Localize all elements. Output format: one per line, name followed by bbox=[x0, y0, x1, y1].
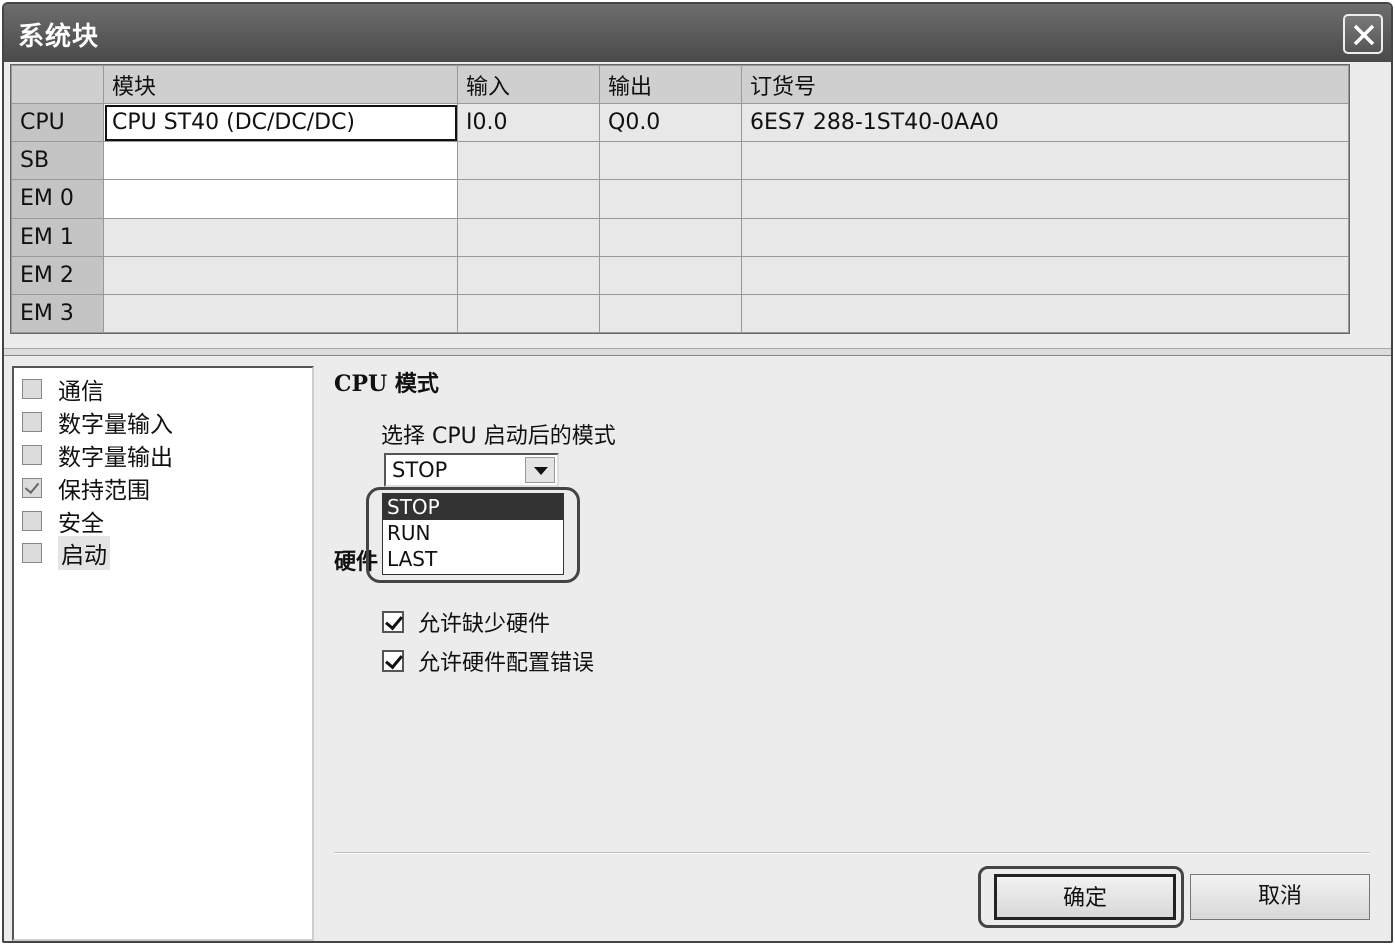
row-slot: EM 1 bbox=[11, 217, 104, 257]
input-cell bbox=[457, 179, 600, 219]
tree-item-label: 安全 bbox=[58, 511, 104, 537]
order-cell bbox=[741, 179, 1349, 219]
tree-item-retentive-ranges[interactable]: 保持范围 bbox=[22, 473, 150, 504]
order-cell bbox=[741, 255, 1349, 295]
cancel-button[interactable]: 取消 bbox=[1190, 874, 1370, 920]
tree-item-label: 启动 bbox=[58, 536, 110, 570]
tree-item-label: 数字量输出 bbox=[58, 445, 173, 471]
module-cell[interactable] bbox=[103, 179, 458, 219]
tree-item-label: 保持范围 bbox=[58, 478, 150, 504]
module-cell[interactable]: CPU ST40 (DC/DC/DC) bbox=[103, 103, 458, 143]
order-cell bbox=[741, 217, 1349, 257]
table-row[interactable]: EM 3 bbox=[11, 293, 1349, 334]
tree-checkbox-icon bbox=[22, 445, 42, 465]
module-cell[interactable] bbox=[103, 217, 458, 257]
tree-checkbox-checked-icon bbox=[22, 478, 42, 498]
row-slot: EM 2 bbox=[11, 255, 104, 295]
header-slot bbox=[11, 64, 104, 105]
output-cell bbox=[599, 141, 742, 181]
header-order-number: 订货号 bbox=[741, 64, 1349, 105]
title-bar[interactable]: 系统块 bbox=[4, 4, 1391, 62]
tree-checkbox-icon bbox=[22, 543, 42, 563]
allow-config-error-checkbox[interactable]: 允许硬件配置错误 bbox=[382, 645, 594, 677]
output-cell bbox=[599, 179, 742, 219]
tree-item-digital-output[interactable]: 数字量输出 bbox=[22, 440, 173, 471]
checkbox-checked-icon[interactable] bbox=[382, 650, 404, 672]
startup-mode-value: STOP bbox=[392, 458, 448, 482]
chevron-down-icon[interactable] bbox=[525, 457, 555, 483]
table-row[interactable]: EM 2 bbox=[11, 255, 1349, 295]
tree-item-security[interactable]: 安全 bbox=[22, 506, 104, 537]
row-slot: EM 0 bbox=[11, 179, 104, 219]
order-cell bbox=[741, 141, 1349, 181]
tree-checkbox-icon bbox=[22, 511, 42, 531]
input-cell bbox=[457, 255, 600, 295]
tree-item-label: 数字量输入 bbox=[58, 412, 173, 438]
input-cell bbox=[457, 217, 600, 257]
tree-item-digital-input[interactable]: 数字量输入 bbox=[22, 407, 173, 438]
panel-splitter[interactable] bbox=[4, 348, 1391, 356]
table-row[interactable]: SB bbox=[11, 141, 1349, 181]
mode-option-last[interactable]: LAST bbox=[383, 546, 563, 572]
header-module: 模块 bbox=[103, 64, 458, 105]
output-cell: Q0.0 bbox=[599, 103, 742, 143]
close-button[interactable] bbox=[1343, 14, 1383, 54]
row-slot: EM 3 bbox=[11, 293, 104, 334]
order-cell bbox=[741, 293, 1349, 334]
window-title: 系统块 bbox=[18, 22, 100, 52]
cpu-mode-title: CPU 模式 bbox=[334, 371, 439, 397]
tree-item-startup[interactable]: 启动 bbox=[22, 536, 110, 570]
startup-mode-select[interactable]: STOP bbox=[384, 453, 559, 487]
header-input: 输入 bbox=[457, 64, 600, 105]
tree-checkbox-icon bbox=[22, 412, 42, 432]
module-cell[interactable] bbox=[103, 141, 458, 181]
tree-checkbox-icon bbox=[22, 379, 42, 399]
output-cell bbox=[599, 293, 742, 334]
header-output: 输出 bbox=[599, 64, 742, 105]
startup-mode-dropdown: STOP RUN LAST bbox=[382, 493, 564, 575]
tree-item-label: 通信 bbox=[58, 379, 104, 405]
output-cell bbox=[599, 217, 742, 257]
input-cell bbox=[457, 293, 600, 334]
module-cell[interactable] bbox=[103, 293, 458, 334]
footer-divider bbox=[334, 852, 1370, 854]
row-slot: SB bbox=[11, 141, 104, 181]
input-cell: I0.0 bbox=[457, 103, 600, 143]
close-icon bbox=[1353, 24, 1375, 46]
allow-config-error-label: 允许硬件配置错误 bbox=[418, 651, 595, 676]
module-cell[interactable] bbox=[103, 255, 458, 295]
allow-missing-hardware-checkbox[interactable]: 允许缺少硬件 bbox=[382, 606, 550, 638]
mode-option-stop[interactable]: STOP bbox=[383, 494, 563, 520]
row-slot: CPU bbox=[11, 103, 104, 143]
table-row[interactable]: EM 1 bbox=[11, 217, 1349, 257]
mode-prompt-label: 选择 CPU 启动后的模式 bbox=[381, 424, 616, 449]
tree-item-communication[interactable]: 通信 bbox=[22, 374, 104, 405]
mode-option-run[interactable]: RUN bbox=[383, 520, 563, 546]
table-row[interactable]: EM 0 bbox=[11, 179, 1349, 219]
order-cell: 6ES7 288-1ST40-0AA0 bbox=[741, 103, 1349, 143]
checkbox-checked-icon[interactable] bbox=[382, 611, 404, 633]
ok-button[interactable]: 确定 bbox=[994, 874, 1176, 920]
output-cell bbox=[599, 255, 742, 295]
grid-header-row: 模块 输入 输出 订货号 bbox=[11, 64, 1349, 105]
settings-tree: 通信 数字量输入 数字量输出 保持范围 安全 启动 bbox=[12, 366, 314, 941]
system-block-dialog: 系统块 模块 输入 输出 订货号 CPU CPU ST40 (DC/DC/DC)… bbox=[2, 2, 1393, 943]
input-cell bbox=[457, 141, 600, 181]
module-grid: 模块 输入 输出 订货号 CPU CPU ST40 (DC/DC/DC) I0.… bbox=[10, 64, 1350, 334]
allow-missing-hardware-label: 允许缺少硬件 bbox=[418, 612, 551, 637]
table-row[interactable]: CPU CPU ST40 (DC/DC/DC) I0.0 Q0.0 6ES7 2… bbox=[11, 103, 1349, 143]
